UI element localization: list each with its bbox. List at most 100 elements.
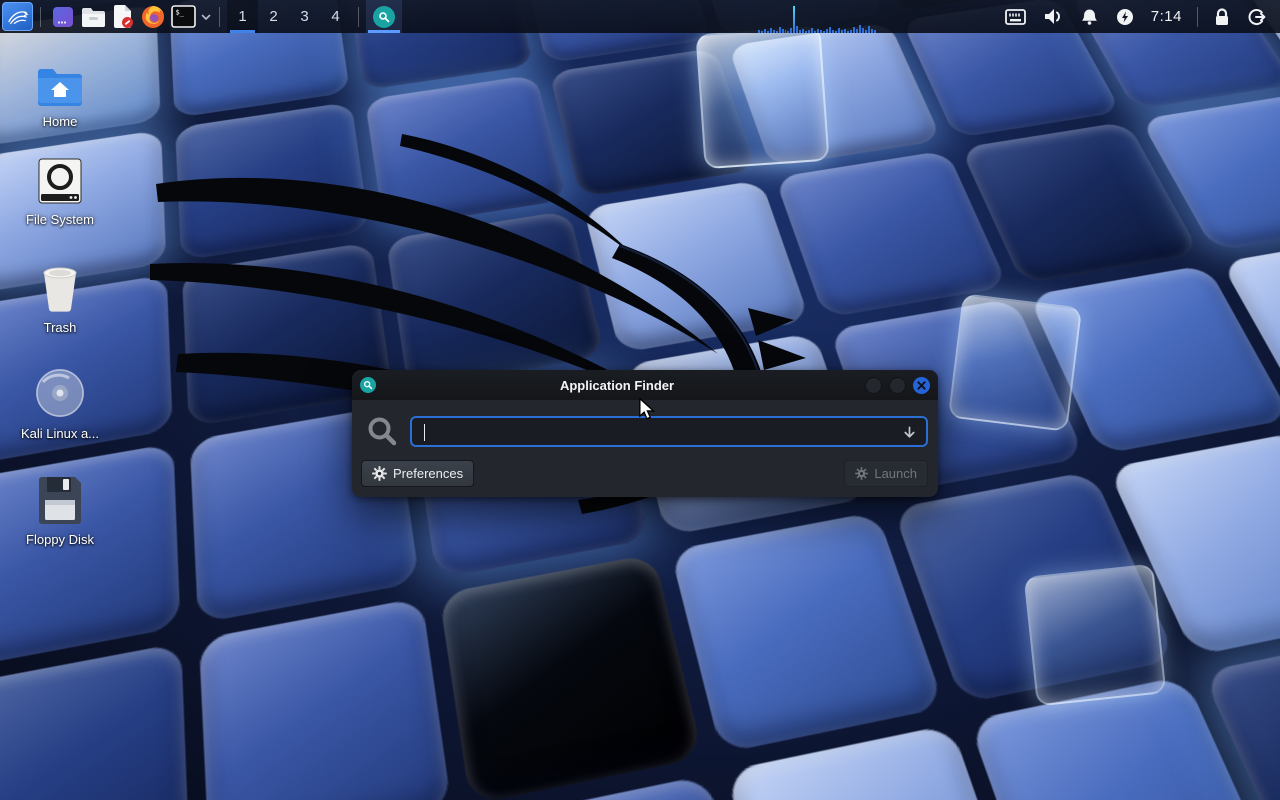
cpu-graph-bar xyxy=(826,29,828,33)
launch-button-label: Launch xyxy=(874,466,917,481)
cpu-graph-bar xyxy=(865,30,867,33)
text-caret xyxy=(424,424,425,441)
kali-menu-icon xyxy=(7,7,29,27)
svg-text:$_: $_ xyxy=(175,9,184,17)
arrow-down-icon[interactable] xyxy=(902,425,917,440)
gear-icon xyxy=(372,466,387,481)
cpu-graph-bar xyxy=(856,29,858,33)
cpu-graph-bar xyxy=(808,30,810,33)
wallpaper-cube xyxy=(670,511,945,753)
cpu-graph-bar xyxy=(811,28,813,33)
terminal-icon: $_ xyxy=(171,5,196,28)
chevron-down-icon[interactable] xyxy=(200,11,212,23)
desktop-icon-kali-linux-iso[interactable]: Kali Linux a... xyxy=(10,368,110,441)
cpu-graph-bar xyxy=(805,31,807,33)
search-icon xyxy=(366,415,398,447)
app-window-purple-icon xyxy=(51,5,75,29)
cpu-graph-bar xyxy=(782,29,784,33)
logout-icon[interactable] xyxy=(1239,0,1280,33)
window-title: Application Finder xyxy=(376,378,858,393)
power-manager-icon[interactable] xyxy=(1107,0,1143,33)
mouse-cursor xyxy=(637,398,657,420)
desktop-icon-home[interactable]: Home xyxy=(10,56,110,129)
notifications-bell-icon[interactable] xyxy=(1072,0,1107,33)
cpu-graph-bar xyxy=(838,28,840,33)
workspace-number: 1 xyxy=(238,8,246,25)
panel-separator xyxy=(40,7,41,27)
cpu-graph-bar xyxy=(790,28,792,33)
workspace-number: 3 xyxy=(300,8,308,25)
launcher-terminal[interactable]: $_ xyxy=(168,2,198,31)
clock[interactable]: 7:14 xyxy=(1143,8,1190,25)
close-button[interactable] xyxy=(913,377,930,394)
launcher-firefox[interactable] xyxy=(138,2,168,31)
cpu-graph-bar xyxy=(853,27,855,33)
optical-disc-icon xyxy=(35,368,85,418)
cpu-graph-bar xyxy=(847,31,849,33)
desktop-icon-label: Home xyxy=(43,114,78,129)
panel-separator xyxy=(1197,7,1198,27)
launch-gears-icon xyxy=(855,467,868,480)
cpu-graph-bar xyxy=(796,26,798,33)
launch-button[interactable]: Launch xyxy=(844,460,928,487)
panel-separator xyxy=(358,7,359,27)
cpu-graph-bar xyxy=(785,30,787,33)
cpu-graph-bar xyxy=(835,31,837,33)
preferences-button-label: Preferences xyxy=(393,466,463,481)
workspace-button-4[interactable]: 4 xyxy=(320,0,351,33)
cpu-graph-bar xyxy=(841,30,843,33)
lock-icon[interactable] xyxy=(1205,0,1239,33)
preferences-button[interactable]: Preferences xyxy=(361,460,474,487)
panel-separator xyxy=(219,7,220,27)
workspace-button-1[interactable]: 1 xyxy=(227,0,258,33)
launcher-app-window[interactable] xyxy=(48,2,78,31)
cpu-graph-bar xyxy=(758,30,760,33)
minimize-button[interactable] xyxy=(865,377,882,394)
cpu-graph-bar xyxy=(820,30,822,33)
workspace-button-3[interactable]: 3 xyxy=(289,0,320,33)
glass-cube xyxy=(948,293,1082,432)
desktop-icon-label: Kali Linux a... xyxy=(21,426,99,441)
firefox-icon xyxy=(141,5,165,29)
cpu-graph-bar xyxy=(874,30,876,33)
desktop-icon-file-system[interactable]: File System xyxy=(10,154,110,227)
window-titlebar[interactable]: Application Finder xyxy=(352,370,938,400)
glass-cube xyxy=(1024,564,1167,707)
cpu-graph-bar xyxy=(859,25,861,33)
cpu-graph-bar xyxy=(761,31,763,33)
applications-menu-button[interactable] xyxy=(2,2,33,31)
hard-drive-icon xyxy=(38,154,82,204)
search-input[interactable] xyxy=(410,416,928,447)
trash-icon xyxy=(40,262,80,312)
cpu-graph-bar xyxy=(793,6,795,33)
desktop-icon-trash[interactable]: Trash xyxy=(10,262,110,335)
workspace-button-2[interactable]: 2 xyxy=(258,0,289,33)
launcher-text-editor[interactable] xyxy=(108,2,138,31)
cpu-graph-bar xyxy=(779,27,781,33)
top-panel: $_ 1 2 3 4 7:14 xyxy=(0,0,1280,33)
volume-tray-icon[interactable] xyxy=(1035,0,1072,33)
cpu-graph-bar xyxy=(799,30,801,33)
cpu-graph-bar xyxy=(823,31,825,33)
taskbar-button-application-finder[interactable] xyxy=(366,0,402,33)
desktop-icon-floppy-disk[interactable]: Floppy Disk xyxy=(10,474,110,547)
application-finder-icon xyxy=(373,6,395,28)
launcher-file-manager[interactable] xyxy=(78,2,108,31)
maximize-button[interactable] xyxy=(889,377,906,394)
cpu-graph-bar xyxy=(770,28,772,33)
cpu-graph-bar xyxy=(787,31,789,33)
network-tray-icon[interactable] xyxy=(996,0,1035,33)
file-manager-icon xyxy=(81,6,106,28)
cpu-graph-bar xyxy=(773,30,775,33)
cpu-graph[interactable] xyxy=(758,3,876,33)
text-editor-icon xyxy=(112,4,134,29)
workspace-number: 4 xyxy=(331,8,339,25)
cpu-graph-bar xyxy=(817,29,819,33)
application-finder-icon xyxy=(360,377,376,393)
cpu-graph-bar xyxy=(802,29,804,33)
wallpaper-cube xyxy=(439,554,704,800)
home-folder-icon xyxy=(36,56,84,106)
cpu-graph-bar xyxy=(814,31,816,33)
desktop-icon-label: Floppy Disk xyxy=(26,532,94,547)
workspace-number: 2 xyxy=(269,8,277,25)
